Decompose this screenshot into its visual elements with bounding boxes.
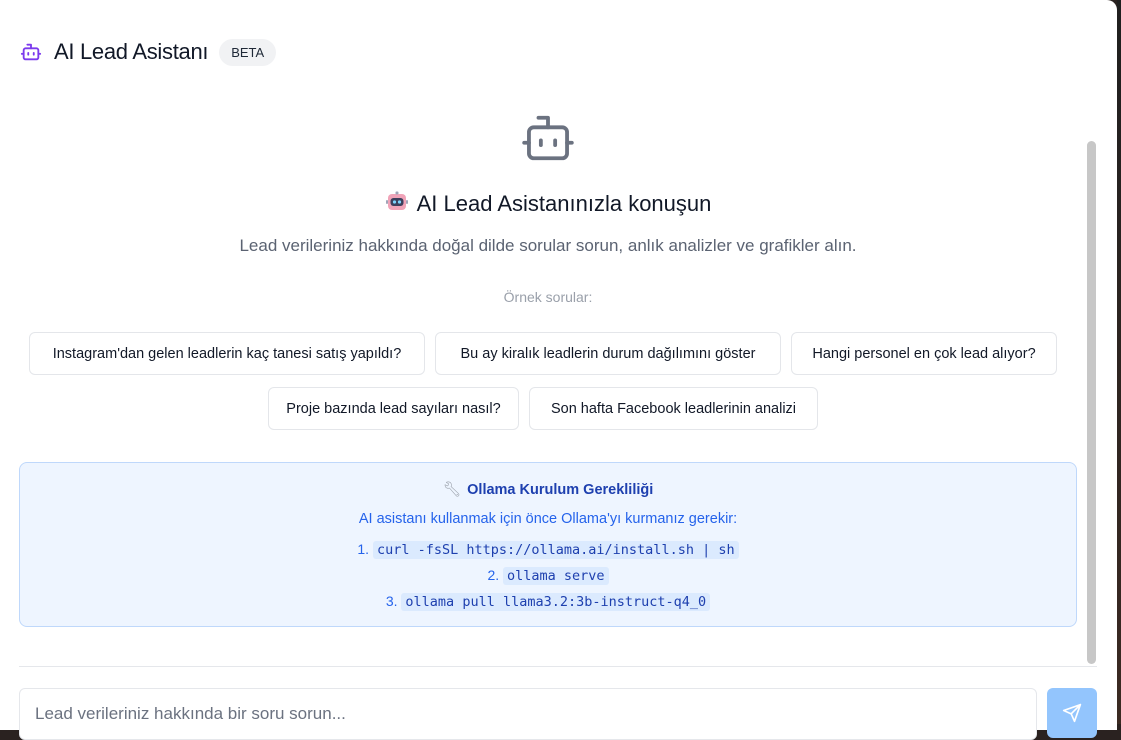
composer-divider xyxy=(19,666,1097,667)
header: AI Lead Asistanı BETA xyxy=(20,36,277,68)
setup-title-row: 🔧︎ Ollama Kurulum Gerekliliği xyxy=(20,481,1076,498)
scrollbar-thumb[interactable] xyxy=(1087,141,1096,664)
step-number: 3. xyxy=(385,593,398,609)
step-command: curl -fsSL https://ollama.ai/install.sh … xyxy=(372,541,739,559)
example-question-button[interactable]: Bu ay kiralık leadlerin durum dağılımını… xyxy=(435,332,781,375)
example-question-button[interactable]: Instagram'dan gelen leadlerin kaç tanesi… xyxy=(29,332,425,375)
hero-title-row: AI Lead Asistanınızla konuşun xyxy=(0,190,1096,217)
examples-label: Örnek sorular: xyxy=(503,289,593,305)
setup-step: 3. ollama pull llama3.2:3b-instruct-q4_0 xyxy=(20,593,1076,611)
send-button[interactable] xyxy=(1047,688,1097,738)
setup-step: 2. ollama serve xyxy=(20,567,1076,585)
ollama-setup-notice: 🔧︎ Ollama Kurulum Gerekliliği AI asistanı… xyxy=(19,462,1077,627)
example-question-button[interactable]: Hangi personel en çok lead alıyor? xyxy=(791,332,1057,375)
step-number: 2. xyxy=(487,567,500,583)
send-icon xyxy=(1062,703,1082,723)
robot-emoji-icon xyxy=(385,191,408,210)
beta-badge: BETA xyxy=(219,38,277,66)
hero-subtitle: Lead verileriniz hakkında doğal dilde so… xyxy=(239,236,857,255)
question-input[interactable] xyxy=(19,688,1037,740)
example-question-button[interactable]: Proje bazında lead sayıları nasıl? xyxy=(268,387,519,430)
setup-description: AI asistanı kullanmak için önce Ollama'y… xyxy=(358,511,738,527)
app-title: AI Lead Asistanı xyxy=(54,39,209,64)
step-command: ollama serve xyxy=(503,567,609,585)
wrench-icon: 🔧︎ xyxy=(442,482,462,498)
bot-icon xyxy=(20,43,42,61)
desktop-background-edge xyxy=(1117,0,1121,724)
setup-title: Ollama Kurulum Gerekliliği xyxy=(467,482,654,498)
step-number: 1. xyxy=(357,541,370,557)
step-command: ollama pull llama3.2:3b-instruct-q4_0 xyxy=(401,593,711,611)
example-question-button[interactable]: Son hafta Facebook leadlerinin analizi xyxy=(529,387,818,430)
bot-icon xyxy=(522,115,574,161)
chat-window: AI Lead Asistanı BETA AI Lead Asistanını… xyxy=(0,0,1117,740)
hero-title: AI Lead Asistanınızla konuşun xyxy=(416,191,712,216)
setup-step: 1. curl -fsSL https://ollama.ai/install.… xyxy=(20,541,1076,559)
